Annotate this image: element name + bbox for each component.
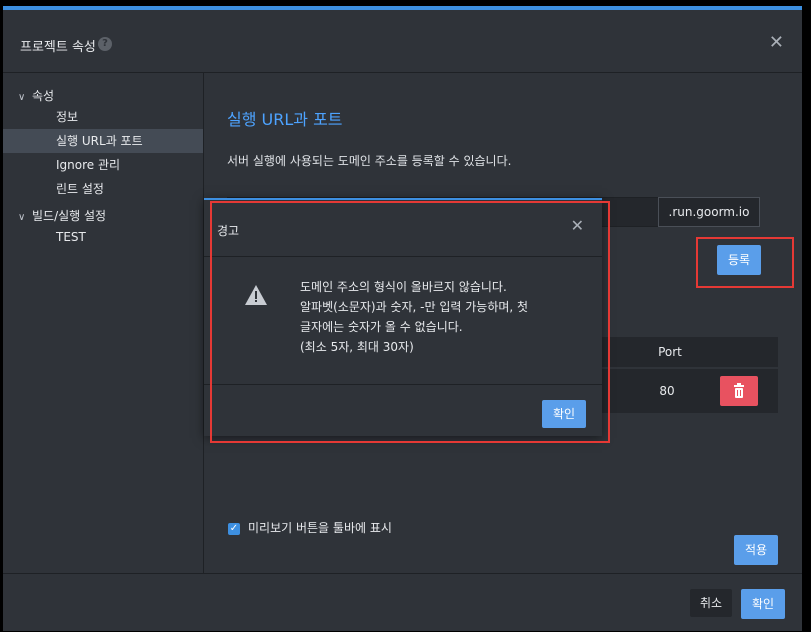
sidebar-item-info[interactable]: 정보 — [3, 105, 203, 129]
chevron-down-icon: ∨ — [18, 212, 26, 223]
sidebar-group-build-run[interactable]: ∨ 빌드/실행 설정 — [18, 207, 106, 224]
sidebar-item-label: 실행 URL과 포트 — [56, 134, 143, 148]
table-row: 80 — [602, 369, 778, 413]
sidebar-item-label: TEST — [56, 230, 86, 244]
sidebar-item-test[interactable]: TEST — [3, 225, 203, 249]
sidebar-item-ignore[interactable]: Ignore 관리 — [3, 153, 203, 177]
sidebar-item-label: 린트 설정 — [56, 182, 104, 196]
sidebar-group-properties[interactable]: ∨ 속성 — [18, 87, 54, 104]
cancel-button[interactable]: 취소 — [690, 589, 732, 617]
sidebar-item-label: Ignore 관리 — [56, 158, 121, 172]
checkbox-label: 미리보기 버튼을 툴바에 표시 — [248, 521, 392, 535]
highlight-outline — [210, 201, 610, 443]
sidebar-item-label: 정보 — [56, 110, 79, 124]
port-value: 80 — [659, 384, 675, 398]
dialog-title: 프로젝트 속성 — [20, 40, 96, 55]
settings-sidebar: ∨ 속성 정보 실행 URL과 포트 Ignore 관리 린트 설정 ∨ 빌드/실행… — [3, 73, 204, 573]
sidebar-group-label: 빌드/실행 설정 — [32, 209, 107, 223]
section-title: 실행 URL과 포트 — [227, 110, 343, 129]
delete-button[interactable] — [720, 376, 758, 406]
chevron-down-icon: ∨ — [18, 92, 26, 103]
preview-checkbox[interactable]: ✓ — [228, 522, 240, 535]
port-table-header: Port — [602, 337, 778, 367]
port-column-header: Port — [658, 345, 682, 359]
apply-button[interactable]: 적용 — [734, 535, 778, 565]
help-icon[interactable]: ? — [98, 37, 112, 51]
dialog-header: 프로젝트 속성 ? ✕ — [3, 10, 802, 73]
sidebar-item-run-url-port[interactable]: 실행 URL과 포트 — [3, 129, 203, 153]
sidebar-group-label: 속성 — [32, 89, 55, 103]
confirm-button[interactable]: 확인 — [741, 589, 785, 619]
section-description: 서버 실행에 사용되는 도메인 주소를 등록할 수 있습니다. — [227, 154, 512, 168]
sidebar-item-lint[interactable]: 린트 설정 — [3, 177, 203, 201]
domain-suffix: .run.goorm.io — [658, 197, 760, 227]
close-icon[interactable]: ✕ — [769, 32, 784, 53]
preview-toolbar-option[interactable]: ✓ 미리보기 버튼을 툴바에 표시 — [228, 519, 392, 536]
trash-icon — [734, 383, 744, 398]
highlight-outline — [696, 237, 794, 288]
dialog-footer: 취소 확인 — [3, 573, 802, 632]
